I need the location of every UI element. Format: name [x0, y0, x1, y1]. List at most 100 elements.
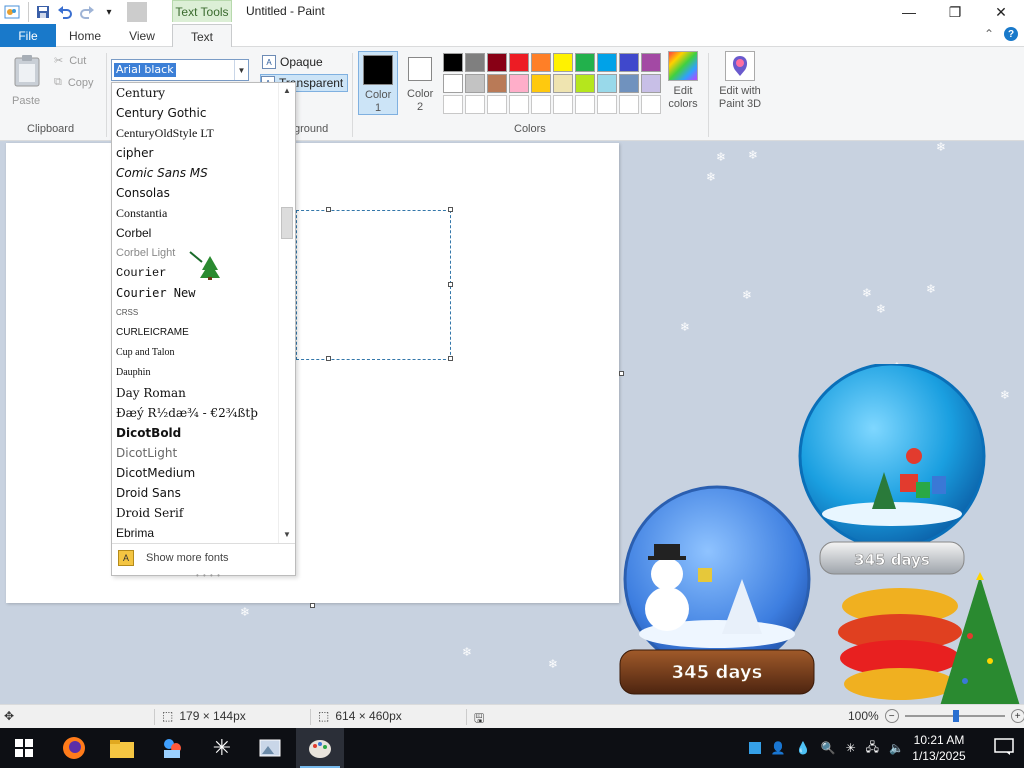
taskbar-app-star[interactable]: ✳ — [198, 728, 246, 768]
font-option[interactable]: Century — [116, 83, 278, 103]
palette-color-swatch[interactable] — [509, 95, 529, 114]
palette-color-swatch[interactable] — [487, 53, 507, 72]
color1-button[interactable]: Color 1 — [358, 51, 398, 115]
tab-text[interactable]: Text — [172, 24, 232, 48]
palette-color-swatch[interactable] — [575, 74, 595, 93]
palette-color-swatch[interactable] — [509, 53, 529, 72]
font-option[interactable]: Day Roman — [116, 383, 278, 403]
palette-color-swatch[interactable] — [443, 95, 463, 114]
font-option[interactable]: Corbel — [116, 223, 278, 243]
tray-app-icon[interactable] — [748, 742, 761, 754]
palette-color-swatch[interactable] — [531, 95, 551, 114]
font-option[interactable]: Consolas — [116, 183, 278, 203]
palette-color-swatch[interactable] — [619, 74, 639, 93]
textbox-handle-bottom[interactable] — [326, 356, 331, 361]
canvas-resize-handle-bottom[interactable] — [310, 603, 315, 608]
resize-grip-icon[interactable]: • • • • — [196, 571, 221, 580]
undo-icon[interactable] — [55, 2, 75, 22]
font-option[interactable]: Cup and Talon — [116, 343, 278, 363]
taskbar-app-photos[interactable] — [246, 728, 294, 768]
minimize-button[interactable]: — — [886, 0, 932, 24]
customize-qat-icon[interactable]: ▾ — [99, 2, 119, 22]
cut-button[interactable]: ✂ Cut — [54, 54, 86, 68]
tray-user-icon[interactable]: 👤 — [771, 741, 786, 755]
scroll-up-arrow-icon[interactable]: ▲ — [282, 85, 292, 97]
tray-snowflake-icon[interactable]: ✳ — [846, 741, 856, 755]
scroll-down-arrow-icon[interactable]: ▼ — [282, 529, 292, 541]
palette-color-swatch[interactable] — [553, 95, 573, 114]
redo-icon[interactable] — [77, 2, 97, 22]
textbox-handle-top-right[interactable] — [448, 207, 453, 212]
maximize-button[interactable]: ❐ — [932, 0, 978, 24]
font-option[interactable]: Courier New — [116, 283, 278, 303]
tab-file[interactable]: File — [0, 24, 56, 47]
palette-color-swatch[interactable] — [597, 74, 617, 93]
palette-color-swatch[interactable] — [531, 53, 551, 72]
font-option[interactable]: CURLEICRAME — [116, 323, 278, 343]
opaque-option[interactable]: A Opaque — [262, 53, 323, 71]
zoom-in-icon[interactable]: + — [1010, 709, 1024, 723]
edit-with-paint3d-button[interactable]: Edit with Paint 3D — [712, 51, 768, 111]
paint-app-icon[interactable] — [2, 2, 22, 22]
textbox-handle-bottom-right[interactable] — [448, 356, 453, 361]
taskbar-file-explorer[interactable] — [98, 728, 146, 768]
palette-color-swatch[interactable] — [465, 53, 485, 72]
palette-color-swatch[interactable] — [575, 95, 595, 114]
palette-color-swatch[interactable] — [531, 74, 551, 93]
zoom-slider-thumb[interactable] — [952, 710, 959, 722]
tab-home[interactable]: Home — [58, 24, 112, 47]
volume-icon[interactable]: 🔈 — [889, 741, 904, 755]
save-icon[interactable] — [33, 2, 53, 22]
palette-color-swatch[interactable] — [443, 74, 463, 93]
show-more-fonts-button[interactable]: A Show more fonts — [112, 543, 295, 571]
network-icon[interactable]: 🖧 — [866, 738, 879, 759]
tray-search-icon[interactable]: 🔍 — [821, 741, 836, 755]
font-dropdown-list[interactable]: Century Century Gothic CenturyOldStyle L… — [111, 82, 296, 580]
font-option[interactable]: CenturyOldStyle LT — [116, 123, 278, 143]
close-button[interactable]: ✕ — [978, 0, 1024, 24]
palette-color-swatch[interactable] — [465, 74, 485, 93]
font-option[interactable]: cipher — [116, 143, 278, 163]
zoom-out-icon[interactable]: − — [884, 709, 899, 723]
scrollbar-thumb[interactable] — [281, 207, 293, 239]
font-option[interactable]: Ebrima — [116, 523, 278, 543]
palette-color-swatch[interactable] — [553, 53, 573, 72]
font-option[interactable]: Century Gothic — [116, 103, 278, 123]
color2-button[interactable]: Color 2 — [400, 51, 440, 115]
palette-color-swatch[interactable] — [465, 95, 485, 114]
tab-view[interactable]: View — [114, 24, 170, 47]
taskbar-paint[interactable] — [296, 728, 344, 768]
paste-button[interactable]: Paste — [8, 53, 46, 109]
notification-icon[interactable] — [994, 738, 1014, 756]
collapse-ribbon-icon[interactable]: ⌃ — [984, 27, 994, 41]
canvas-resize-handle-right[interactable] — [619, 371, 624, 376]
font-option[interactable]: Ðæý R½dæ¾ - €2¾ßtþ — [116, 403, 278, 423]
palette-color-swatch[interactable] — [487, 74, 507, 93]
font-option[interactable]: Comic Sans MS — [116, 163, 278, 183]
palette-color-swatch[interactable] — [619, 53, 639, 72]
font-option[interactable]: DicotMedium — [116, 463, 278, 483]
font-option[interactable]: Dauphin — [116, 363, 278, 383]
copy-button[interactable]: ⧉ Copy — [54, 76, 94, 89]
font-option[interactable]: CRSS — [116, 303, 278, 323]
font-option[interactable]: Droid Serif — [116, 503, 278, 523]
taskbar-app-people[interactable] — [148, 728, 196, 768]
tray-droplet-icon[interactable]: 💧 — [796, 741, 811, 755]
palette-color-swatch[interactable] — [509, 74, 529, 93]
start-button[interactable] — [0, 728, 48, 768]
palette-color-swatch[interactable] — [641, 74, 661, 93]
chevron-down-icon[interactable]: ▼ — [234, 60, 248, 80]
palette-color-swatch[interactable] — [641, 53, 661, 72]
palette-color-swatch[interactable] — [553, 74, 573, 93]
edit-colors-button[interactable]: Edit colors — [664, 51, 702, 111]
palette-color-swatch[interactable] — [641, 95, 661, 114]
font-option[interactable]: DicotBold — [116, 423, 278, 443]
zoom-slider[interactable] — [904, 710, 1005, 722]
font-option[interactable]: DicotLight — [116, 443, 278, 463]
taskbar-clock[interactable]: 10:21 AM 1/13/2025 — [912, 732, 966, 764]
font-option[interactable]: Constantia — [116, 203, 278, 223]
textbox-handle-top[interactable] — [326, 207, 331, 212]
text-input-box[interactable] — [296, 210, 451, 360]
font-option[interactable]: Droid Sans — [116, 483, 278, 503]
palette-color-swatch[interactable] — [575, 53, 595, 72]
